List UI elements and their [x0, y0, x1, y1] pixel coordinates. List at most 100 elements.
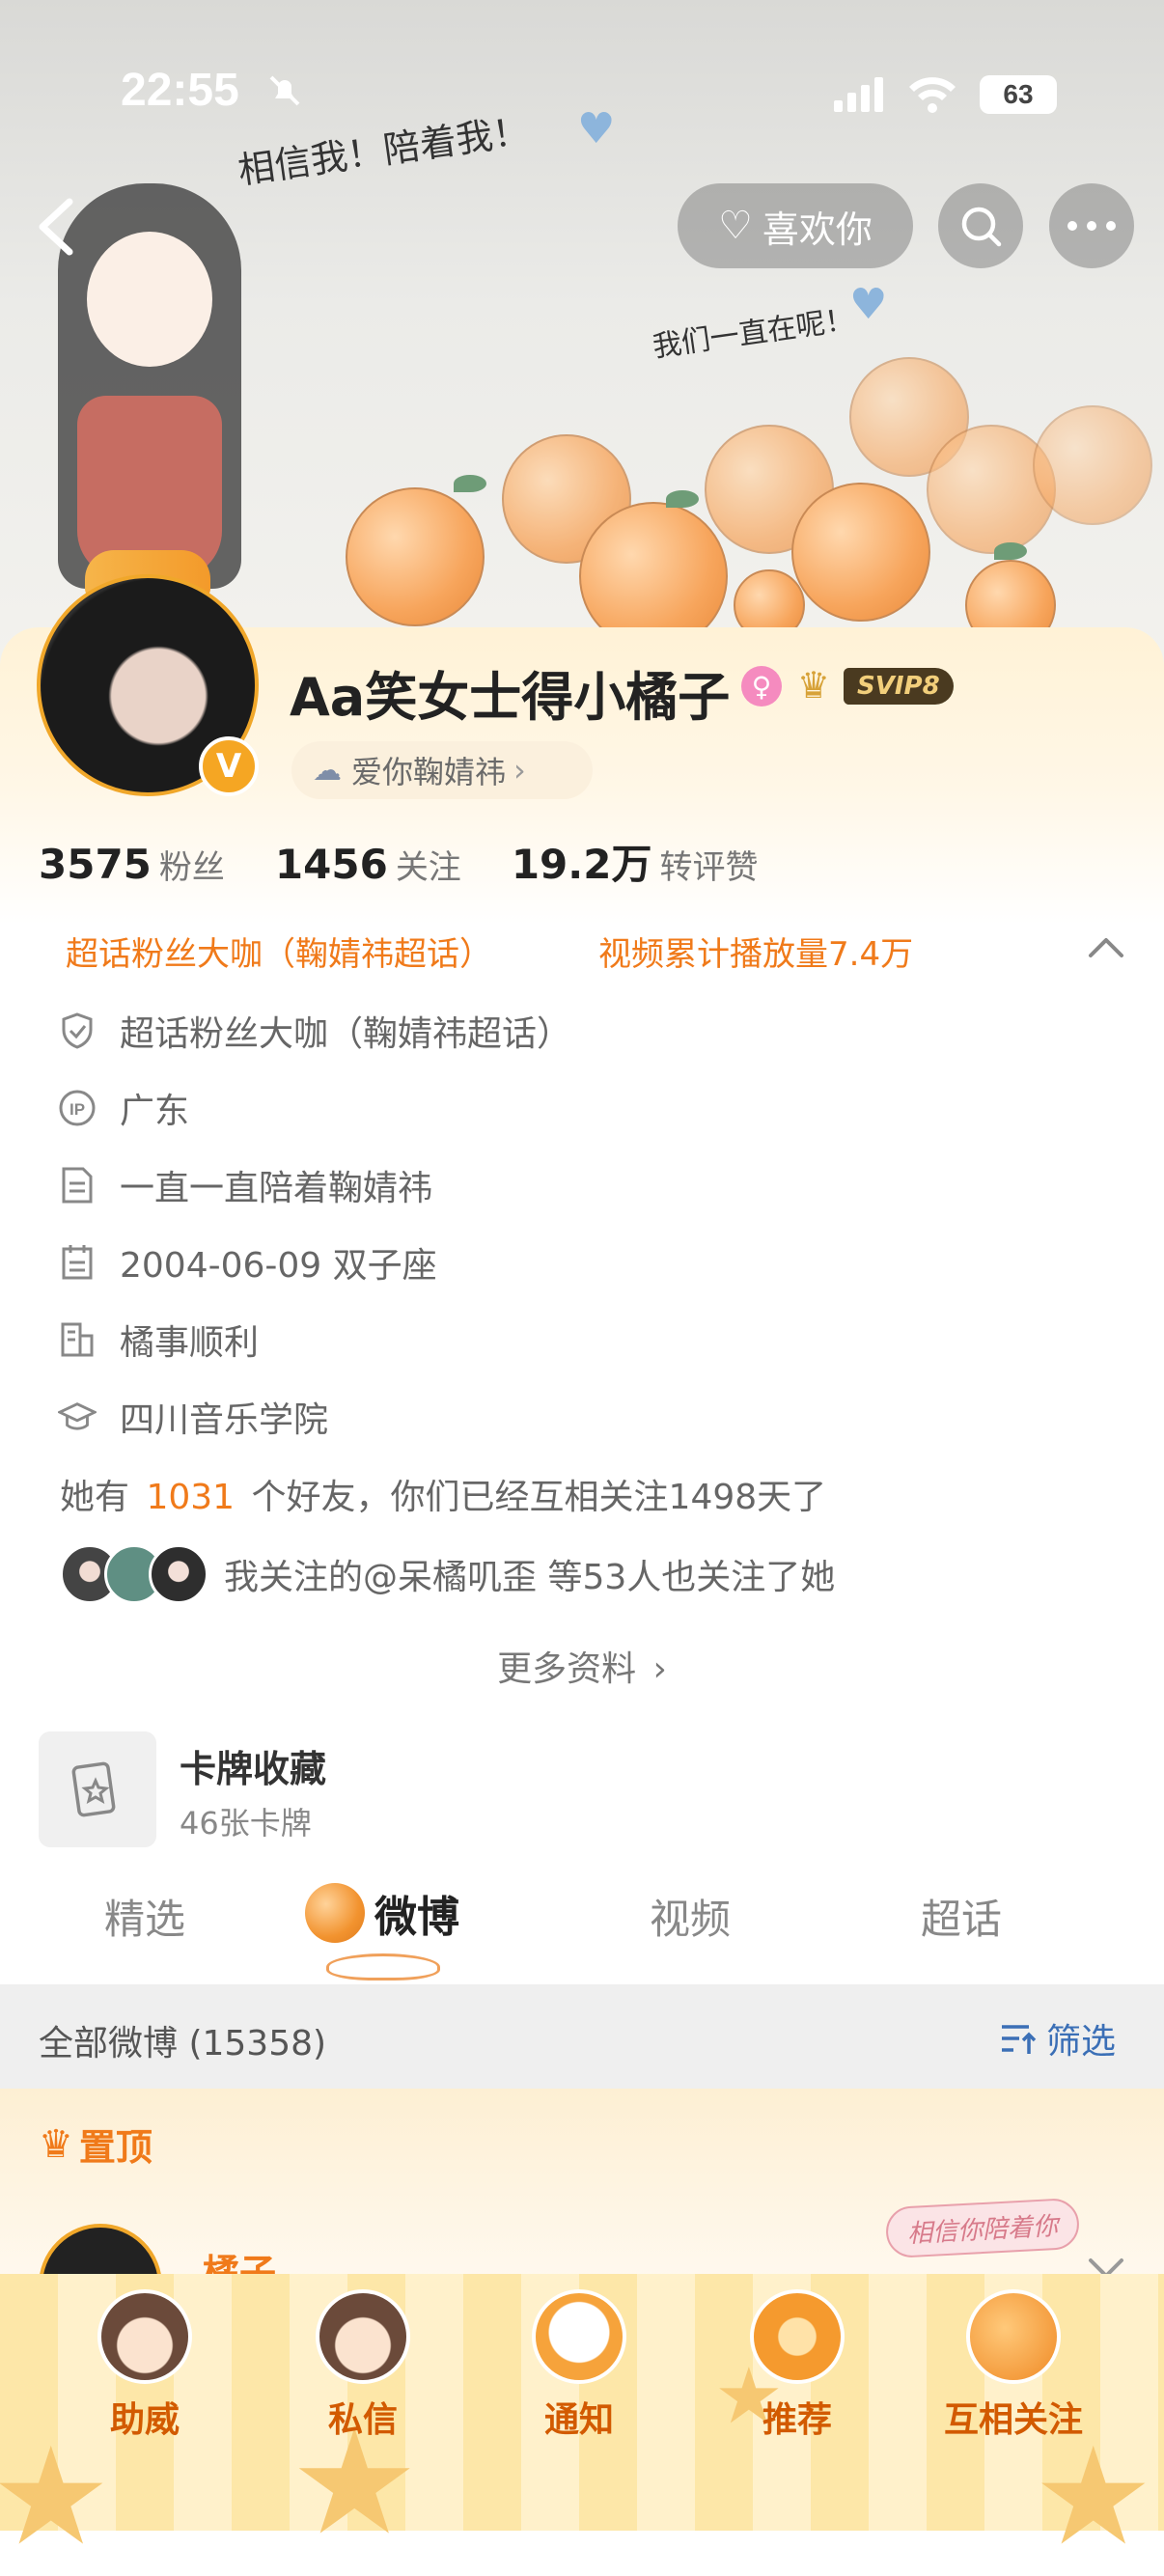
orange-illustration — [1033, 405, 1152, 525]
detail-super-topic-text: 超话粉丝大咖（鞠婧祎超话） — [120, 1014, 572, 1054]
pinned-label: 置顶 — [78, 2126, 152, 2169]
mute-icon — [265, 71, 304, 110]
dock-cheer-button[interactable]: 助威 — [77, 2289, 212, 2442]
dock-notify-button[interactable]: 通知 — [512, 2289, 647, 2442]
dock-mutual-follow-label: 互相关注 — [944, 2400, 1084, 2440]
detail-company-text: 橘事顺利 — [120, 1323, 260, 1363]
more-dots-icon — [1067, 221, 1116, 231]
heart-icon: ♥ — [849, 280, 888, 329]
detail-bio: 一直一直陪着鞠婧祎 — [58, 1160, 432, 1210]
fan-group-pill[interactable]: ☁ 爱你鞠婧祎 › — [291, 741, 593, 799]
filter-button[interactable]: 筛选 — [998, 2013, 1116, 2064]
card-collection-subtitle: 46张卡牌 — [180, 1805, 312, 1842]
filter-icon — [1002, 2025, 1037, 2054]
ip-icon: IP — [58, 1089, 97, 1127]
dock-mutual-follow-button[interactable]: 互相关注 — [944, 2289, 1084, 2442]
fan-group-label: 爱你鞠婧祎 — [351, 754, 507, 790]
tag-super-topic[interactable]: 超话粉丝大咖（鞠婧祎超话） — [66, 928, 492, 975]
all-weibo-count: 全部微博 (15358) — [39, 2024, 327, 2064]
hand-heart-icon: ♡ — [718, 204, 753, 248]
verified-badge: V — [199, 736, 259, 796]
detail-super-topic: 超话粉丝大咖（鞠婧祎超话） — [58, 1006, 571, 1056]
crown-icon: ♛ — [797, 664, 831, 706]
following-label[interactable]: 关注 — [396, 841, 461, 888]
graduation-cap-icon — [58, 1398, 97, 1436]
card-icon-tile — [39, 1731, 156, 1847]
pinned-post-area[interactable]: ♛ 置顶 橘子 相信你陪着你 — [0, 2089, 1164, 2347]
cloud-icon: ☁ — [313, 753, 342, 788]
cheer-avatar-icon — [97, 2289, 192, 2384]
orange-slice-icon — [750, 2289, 845, 2384]
back-button[interactable] — [29, 188, 87, 265]
detail-school: 四川音乐学院 — [58, 1392, 328, 1442]
card-collection-title: 卡牌收藏 — [180, 1748, 327, 1790]
star-decoration: ★ — [0, 2419, 112, 2576]
tab-video[interactable]: 视频 — [650, 1887, 731, 1946]
search-button[interactable] — [938, 183, 1023, 268]
following-count[interactable]: 1456 — [275, 841, 388, 888]
battery-indicator: 63 — [980, 75, 1057, 114]
search-icon — [961, 207, 1002, 247]
svip-label: SVIP8 — [844, 668, 954, 705]
dock-notify-label: 通知 — [543, 2400, 614, 2440]
card-star-icon — [71, 1761, 116, 1817]
banner-text-1: 相信我！陪着我！ — [235, 109, 533, 192]
like-you-button[interactable]: ♡ 喜欢你 — [678, 183, 913, 268]
orange-illustration — [346, 487, 485, 626]
detail-birthday: 2004-06-09 双子座 — [58, 1237, 437, 1288]
dock-cheer-label: 助威 — [109, 2400, 180, 2440]
more-info-button[interactable]: 更多资料 › — [0, 1641, 1164, 1691]
message-avatar-icon — [316, 2289, 410, 2384]
detail-bio-text: 一直一直陪着鞠婧祎 — [120, 1169, 433, 1208]
post-sticker: 相信你陪着你 — [884, 2197, 1081, 2259]
detail-ip-text: 广东 — [120, 1092, 190, 1131]
friends-count[interactable]: 1031 — [146, 1478, 235, 1517]
feed-filter-bar: 全部微博 (15358) 筛选 — [0, 1984, 1164, 2089]
shield-check-icon — [58, 1011, 97, 1050]
detail-school-text: 四川音乐学院 — [120, 1400, 329, 1440]
card-collection[interactable]: 卡牌收藏 46张卡牌 — [39, 1731, 618, 1847]
svip-badge: ♛ SVIP8 — [797, 664, 954, 708]
tag-video-plays[interactable]: 视频累计播放量7.4万 — [598, 928, 913, 975]
dock-recommend-label: 推荐 — [762, 2400, 832, 2440]
detail-ip-location: IP 广东 — [58, 1083, 189, 1133]
fans-label[interactable]: 粉丝 — [159, 841, 225, 888]
friends-line: 她有 1031 个好友，你们已经互相关注1498天了 — [60, 1469, 826, 1519]
orange-fruit-icon — [966, 2289, 1061, 2384]
interactions-count: 19.2万 — [511, 841, 652, 888]
collapse-chevron-up-icon[interactable] — [1085, 932, 1127, 961]
friends-prefix: 她有 — [60, 1478, 130, 1517]
gender-female-icon: ♀ — [741, 666, 782, 706]
dock-message-button[interactable]: 私信 — [295, 2289, 430, 2442]
tab-active-indicator — [326, 1953, 440, 1980]
profile-name: Aa笑女士得小橘子 — [290, 667, 731, 728]
tab-featured[interactable]: 精选 — [104, 1887, 185, 1946]
building-icon — [58, 1320, 97, 1359]
like-you-label: 喜欢你 — [762, 208, 873, 251]
friends-suffix: 个好友，你们已经互相关注1498天了 — [251, 1478, 827, 1517]
document-icon — [58, 1166, 97, 1205]
chevron-right-icon: › — [513, 752, 526, 789]
signal-icon — [832, 75, 888, 114]
tab-weibo-label: 微博 — [374, 1893, 459, 1942]
fans-count[interactable]: 3575 — [39, 841, 152, 888]
chevron-right-icon: › — [652, 1649, 667, 1689]
interactions-label: 转评赞 — [659, 848, 759, 887]
duck-icon — [532, 2289, 626, 2384]
heart-icon: ♥ — [577, 104, 616, 153]
detail-birthday-text: 2004-06-09 双子座 — [120, 1246, 437, 1286]
banner-text-2: 我们一直在呢！ — [651, 302, 856, 365]
battery-level: 63 — [1003, 79, 1034, 109]
post-sticker-text: 相信你陪着你 — [906, 2211, 1059, 2250]
pinned-badge: ♛ 置顶 — [39, 2118, 152, 2171]
star-decoration: ★ — [1033, 2419, 1154, 2576]
tab-weibo[interactable]: 微博 — [305, 1882, 459, 1944]
mutual-follow-text: 我关注的@呆橘叽歪 等53人也关注了她 — [224, 1558, 836, 1597]
more-button[interactable] — [1049, 183, 1134, 268]
avatar-frame[interactable]: V — [37, 550, 259, 796]
tab-super-topic[interactable]: 超话 — [921, 1887, 1002, 1946]
dock-message-label: 私信 — [327, 2400, 398, 2440]
dock-recommend-button[interactable]: 推荐 — [730, 2289, 865, 2442]
mutual-avatar — [149, 1544, 208, 1604]
mutual-follow-row[interactable]: 我关注的@呆橘叽歪 等53人也关注了她 — [60, 1544, 835, 1604]
